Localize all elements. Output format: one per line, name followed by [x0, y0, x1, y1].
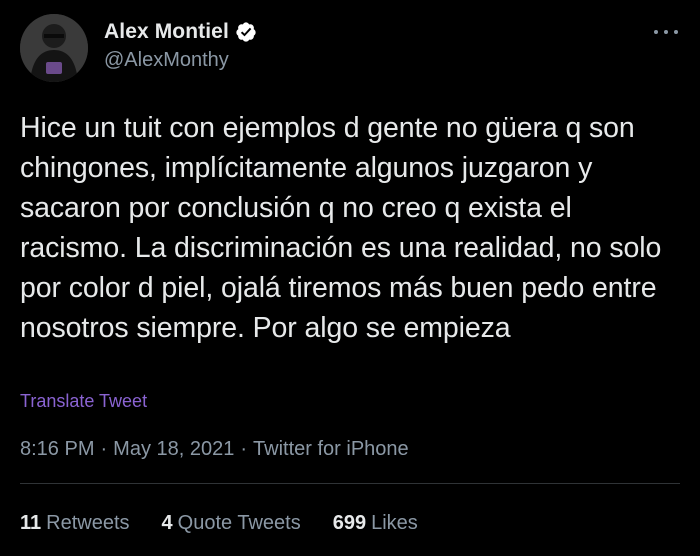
author-handle[interactable]: @AlexMonthy [104, 49, 229, 72]
author-name-row: Alex Montiel [104, 20, 257, 44]
avatar[interactable] [20, 14, 88, 82]
stat-quote-tweets[interactable]: 4 Quote Tweets [162, 512, 301, 535]
meta-separator: · [240, 438, 248, 460]
stat-label: Quote Tweets [177, 512, 301, 534]
stat-count: 11 [20, 512, 42, 534]
tweet-source[interactable]: Twitter for iPhone [253, 438, 409, 461]
tweet-metadata: 8:16 PM · May 18, 2021 · Twitter for iPh… [20, 438, 409, 461]
divider [20, 483, 680, 484]
author-name[interactable]: Alex Montiel [104, 20, 229, 44]
translate-tweet-link[interactable]: Translate Tweet [20, 391, 147, 412]
stat-retweets[interactable]: 11 Retweets [20, 512, 130, 535]
stat-label: Likes [371, 512, 418, 534]
verified-badge-icon [235, 21, 257, 43]
stat-count: 4 [161, 512, 173, 534]
stat-likes[interactable]: 699 Likes [333, 512, 418, 535]
tweet-card: Alex Montiel @AlexMonthy Hice un tuit co… [0, 0, 700, 556]
tweet-date[interactable]: May 18, 2021 [113, 438, 234, 461]
tweet-text: Hice un tuit con ejemplos d gente no güe… [20, 112, 662, 344]
stat-label: Retweets [46, 512, 130, 534]
tweet-stats: 11 Retweets 4 Quote Tweets 699 Likes [20, 512, 450, 535]
more-options-icon[interactable] [654, 26, 678, 38]
stat-count: 699 [332, 512, 367, 534]
tweet-time[interactable]: 8:16 PM [20, 438, 94, 461]
meta-separator: · [100, 438, 108, 460]
